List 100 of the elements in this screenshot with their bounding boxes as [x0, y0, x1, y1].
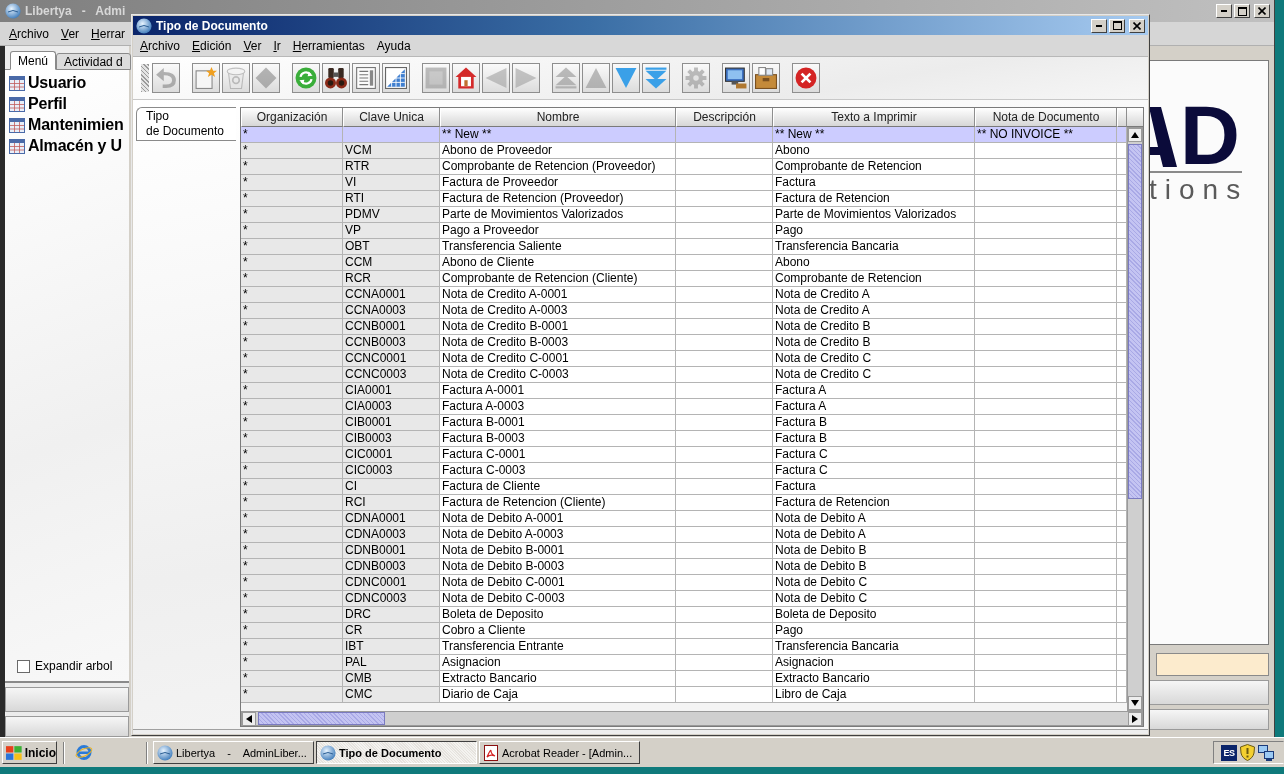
- menu-item[interactable]: Ver: [237, 35, 268, 56]
- menu-item[interactable]: Edición: [186, 35, 238, 56]
- menu-item[interactable]: Archivo: [3, 23, 56, 44]
- scroll-right-button[interactable]: [1128, 712, 1142, 726]
- table-row[interactable]: * CR Cobro a Cliente Pago: [241, 623, 1127, 639]
- table-row[interactable]: * CI Factura de Cliente Factura: [241, 479, 1127, 495]
- table-row[interactable]: * RCR Comprobante de Retencion (Cliente) Comprobante de Retencion: [241, 271, 1127, 287]
- table-row[interactable]: * CCNA0001 Nota de Credito A-0001 Nota de Credito A: [241, 287, 1127, 303]
- new-page-icon: [195, 67, 217, 89]
- table-row[interactable]: * ** New ** ** New ** ** NO INVOICE **: [241, 127, 1127, 143]
- table-cell: *: [241, 175, 343, 191]
- menu-item[interactable]: Herramientas: [286, 35, 371, 56]
- minimize-button[interactable]: [1216, 4, 1232, 18]
- grip-icon[interactable]: [141, 64, 149, 92]
- table-row[interactable]: * RTI Factura de Retencion (Proveedor) Factura de Retencion: [241, 191, 1127, 207]
- tab[interactable]: Tipo de Documento: [136, 107, 236, 141]
- table-row[interactable]: * CDNB0003 Nota de Debito B-0003 Nota de Debito B: [241, 559, 1127, 575]
- taskbar-button[interactable]: Tipo de Documento: [316, 741, 477, 764]
- table-row[interactable]: * DRC Boleta de Deposito Boleta de Deposito: [241, 607, 1127, 623]
- table-cell: CCM: [343, 255, 440, 271]
- table-row[interactable]: * CCNB0003 Nota de Credito B-0003 Nota de Credito B: [241, 335, 1127, 351]
- grid-toggle-button[interactable]: [382, 63, 410, 93]
- minimize-button[interactable]: [1091, 18, 1107, 33]
- table-row[interactable]: * CMB Extracto Bancario Extracto Bancario: [241, 671, 1127, 687]
- browser-icon[interactable]: [75, 744, 93, 761]
- exit-button[interactable]: [792, 63, 820, 93]
- next-record-button[interactable]: [612, 63, 640, 93]
- table-row[interactable]: * CIC0001 Factura C-0001 Factura C: [241, 447, 1127, 463]
- table-row[interactable]: * CIB0003 Factura B-0003 Factura B: [241, 431, 1127, 447]
- table-row[interactable]: * CDNC0001 Nota de Debito C-0001 Nota de Debito C: [241, 575, 1127, 591]
- menu-item[interactable]: Ver: [55, 23, 86, 44]
- table-cell: *: [241, 191, 343, 207]
- table-row[interactable]: * VI Factura de Proveedor Factura: [241, 175, 1127, 191]
- table-row[interactable]: * CIB0001 Factura B-0001 Factura B: [241, 415, 1127, 431]
- scroll-up-button[interactable]: [1128, 128, 1142, 142]
- scroll-down-button[interactable]: [1128, 696, 1142, 710]
- menu-item[interactable]: Ayuda: [370, 35, 417, 56]
- table-row[interactable]: * CIA0001 Factura A-0001 Factura A: [241, 383, 1127, 399]
- table-row[interactable]: * RCI Factura de Retencion (Cliente) Factura de Retencion: [241, 495, 1127, 511]
- start-button[interactable]: Inicio: [2, 741, 57, 764]
- menu-item[interactable]: Archivo: [134, 35, 187, 56]
- find-button[interactable]: [322, 63, 350, 93]
- table-row[interactable]: * CCM Abono de Cliente Abono: [241, 255, 1127, 271]
- table-row[interactable]: * PDMV Parte de Movimientos Valorizados Parte de Movimientos Valorizados: [241, 207, 1127, 223]
- table-row[interactable]: * IBT Transferencia Entrante Transferencia Bancaria: [241, 639, 1127, 655]
- table-row[interactable]: * CMC Diario de Caja Libro de Caja: [241, 687, 1127, 703]
- network-icon[interactable]: [1258, 744, 1274, 761]
- tree-item[interactable]: Usuario: [9, 75, 129, 91]
- table-row[interactable]: * CCNC0003 Nota de Credito C-0003 Nota de Credito C: [241, 367, 1127, 383]
- taskbar-button[interactable]: Libertya - AdminLiber...: [153, 741, 314, 764]
- detail-button[interactable]: [352, 63, 380, 93]
- archive-button[interactable]: [752, 63, 780, 93]
- maximize-button[interactable]: [1234, 4, 1250, 18]
- horizontal-scrollbar[interactable]: [241, 711, 1143, 726]
- language-indicator[interactable]: ES: [1221, 744, 1237, 761]
- close-button[interactable]: [1254, 4, 1270, 18]
- table-row[interactable]: * CDNB0001 Nota de Debito B-0001 Nota de Debito B: [241, 543, 1127, 559]
- scrollbar-thumb[interactable]: [1128, 144, 1142, 499]
- tab[interactable]: Actividad d: [56, 53, 131, 70]
- column-header: Organización: [241, 108, 343, 127]
- tree-item[interactable]: Perfil: [9, 96, 129, 112]
- table-row[interactable]: * RTR Comprobante de Retencion (Proveedor) Comprobante de Retencion: [241, 159, 1127, 175]
- table-row[interactable]: * CCNC0001 Nota de Credito C-0001 Nota de Credito C: [241, 351, 1127, 367]
- table-cell: *: [241, 143, 343, 159]
- menu-item[interactable]: Ir: [267, 35, 287, 56]
- export-button[interactable]: [722, 63, 750, 93]
- close-button[interactable]: [1129, 18, 1145, 33]
- tree-item[interactable]: Almacén y U: [9, 138, 129, 154]
- table-row[interactable]: * CIC0003 Factura C-0003 Factura C: [241, 463, 1127, 479]
- table-cell: *: [241, 687, 343, 703]
- menu-item[interactable]: Herrar: [85, 23, 132, 44]
- home-button[interactable]: [452, 63, 480, 93]
- tab[interactable]: Menú: [10, 51, 57, 70]
- new-record-button[interactable]: [192, 63, 220, 93]
- scrollbar-thumb[interactable]: [258, 712, 385, 725]
- last-record-button[interactable]: [642, 63, 670, 93]
- table-row[interactable]: * CCNA0003 Nota de Credito A-0003 Nota de Credito A: [241, 303, 1127, 319]
- column-header: Nombre: [440, 108, 676, 127]
- table-row[interactable]: * VP Pago a Proveedor Pago: [241, 223, 1127, 239]
- table-row[interactable]: * OBT Transferencia Saliente Transferencia Bancaria: [241, 239, 1127, 255]
- table-row[interactable]: * VCM Abono de Proveedor Abono: [241, 143, 1127, 159]
- checkbox[interactable]: [17, 659, 30, 673]
- table-row[interactable]: * CDNC0003 Nota de Debito C-0003 Nota de Debito C: [241, 591, 1127, 607]
- table-row[interactable]: * CCNB0001 Nota de Credito B-0001 Nota de Credito B: [241, 319, 1127, 335]
- down-arrow-icon: [1131, 700, 1139, 706]
- table-row[interactable]: * PAL Asignacion Asignacion: [241, 655, 1127, 671]
- table-cell: CMB: [343, 671, 440, 687]
- shield-icon[interactable]: [1240, 744, 1255, 761]
- table-cell: CDNB0003: [343, 559, 440, 575]
- table-row[interactable]: * CDNA0003 Nota de Debito A-0003 Nota de Debito A: [241, 527, 1127, 543]
- maximize-button[interactable]: [1109, 18, 1125, 33]
- table-row[interactable]: * CIA0003 Factura A-0003 Factura A: [241, 399, 1127, 415]
- tree-item[interactable]: Mantenimien: [9, 117, 129, 133]
- scroll-left-button[interactable]: [242, 712, 256, 726]
- table-cell: RCI: [343, 495, 440, 511]
- taskbar-button[interactable]: Acrobat Reader - [Admin...: [479, 741, 640, 764]
- vertical-scrollbar[interactable]: [1127, 127, 1143, 711]
- input-field[interactable]: [1156, 653, 1269, 676]
- column-header: [1117, 108, 1127, 127]
- table-row[interactable]: * CDNA0001 Nota de Debito A-0001 Nota de Debito A: [241, 511, 1127, 527]
